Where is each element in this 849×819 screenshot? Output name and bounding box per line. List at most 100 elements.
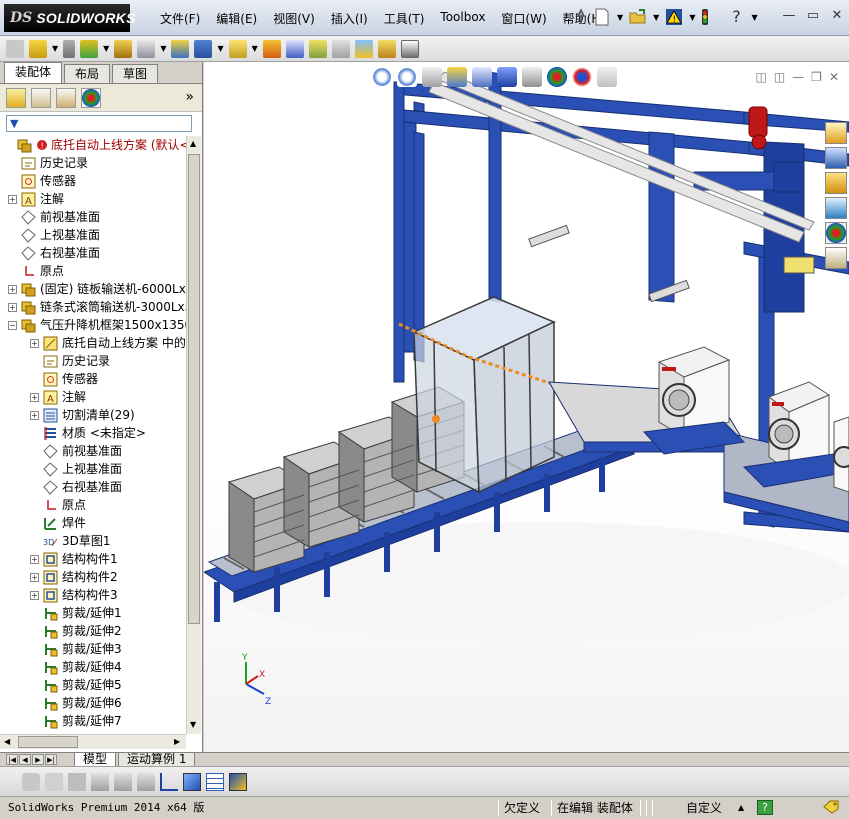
tree-node[interactable]: 材质 <未指定>: [30, 424, 146, 442]
last-tab-icon[interactable]: ▶|: [45, 754, 57, 765]
help-dropdown-icon[interactable]: ▼: [751, 13, 757, 22]
first-tab-icon[interactable]: |◀: [6, 754, 18, 765]
menu-item[interactable]: 编辑(E): [208, 10, 265, 27]
help-status-icon[interactable]: ?: [757, 800, 773, 815]
appearances-scenes-icon[interactable]: [825, 222, 847, 244]
tree-node[interactable]: + 结构构件3: [30, 586, 118, 604]
clearance-verification-icon[interactable]: [377, 39, 396, 58]
tree-node[interactable]: 剪裁/延伸5: [30, 676, 122, 694]
new-part-icon[interactable]: [29, 39, 47, 58]
menu-item[interactable]: 文件(F): [152, 10, 208, 27]
menu-item[interactable]: 视图(V): [265, 10, 323, 27]
trim-extend-tool-icon[interactable]: [68, 772, 86, 791]
explode-line-sketch-icon[interactable]: [331, 39, 350, 58]
tree-node[interactable]: + A 注解: [8, 190, 64, 208]
doc-restore-icon[interactable]: ❐: [811, 70, 822, 84]
expand-icon[interactable]: +: [30, 554, 39, 564]
rebuild-dropdown-icon[interactable]: ▼: [689, 13, 695, 22]
tree-node[interactable]: + 结构构件2: [30, 568, 118, 586]
open-dropdown-icon[interactable]: ▼: [653, 13, 659, 22]
file-explorer-icon[interactable]: [825, 172, 847, 194]
view-settings-icon[interactable]: [597, 67, 617, 87]
tab-model[interactable]: 模型: [74, 753, 117, 767]
propertymanager-icon[interactable]: [31, 87, 51, 108]
expand-icon[interactable]: +: [8, 284, 17, 294]
featuremanager-tree-icon[interactable]: [6, 87, 26, 108]
zoom-to-fit-icon[interactable]: [372, 67, 392, 87]
tree-hscroll-thumb[interactable]: [18, 736, 78, 748]
tree-node[interactable]: − 气压升降机框架1500x1350<: [8, 316, 186, 334]
restore-button[interactable]: ▭: [805, 8, 821, 24]
tree-vertical-scrollbar[interactable]: ▲ ▼: [186, 136, 201, 734]
tree-node[interactable]: 焊件: [30, 514, 86, 532]
collapse-icon[interactable]: −: [8, 320, 17, 330]
new-motion-study-icon[interactable]: [262, 39, 281, 58]
gusset-icon[interactable]: [114, 772, 132, 791]
new-file-dropdown-icon[interactable]: ▼: [617, 13, 623, 22]
apply-scene-icon[interactable]: [572, 67, 592, 87]
menu-item[interactable]: 插入(I): [323, 10, 376, 27]
new-file-icon[interactable]: [593, 8, 611, 26]
expand-icon[interactable]: +: [8, 302, 17, 312]
show-hidden-icon[interactable]: [171, 39, 190, 58]
solidworks-resources-icon[interactable]: [825, 122, 847, 144]
bill-of-materials-icon[interactable]: [285, 39, 304, 58]
exploded-view-icon[interactable]: [308, 39, 327, 58]
bom-view-icon[interactable]: [229, 772, 247, 791]
table-view-icon[interactable]: [206, 772, 224, 791]
next-tab-icon[interactable]: ▶: [32, 754, 44, 765]
tree-node[interactable]: 传感器: [30, 370, 98, 388]
tree-node[interactable]: 右视基准面: [8, 244, 100, 262]
dropdown-icon[interactable]: ▼: [52, 44, 58, 53]
tab-motion-study-1[interactable]: 运动算例 1: [118, 753, 196, 767]
tree-node[interactable]: 前视基准面: [30, 442, 122, 460]
tag-icon[interactable]: [822, 800, 840, 814]
weldments-icon[interactable]: [22, 772, 40, 791]
tree-node[interactable]: 前视基准面: [8, 208, 100, 226]
mate-icon[interactable]: [63, 39, 76, 58]
dropdown-icon[interactable]: ▼: [252, 44, 258, 53]
tab-layout[interactable]: 布局: [64, 64, 111, 83]
tree-node[interactable]: 传感器: [8, 172, 76, 190]
tree-filter-input[interactable]: ▼: [6, 114, 192, 132]
edit-appearance-icon[interactable]: [547, 67, 567, 87]
split-vertical-icon[interactable]: ◫: [774, 70, 785, 84]
split-horizontal-icon[interactable]: ◫: [755, 70, 766, 84]
instant3d-icon[interactable]: [400, 39, 419, 58]
tree-node[interactable]: 剪裁/延伸4: [30, 658, 122, 676]
expand-icon[interactable]: +: [30, 590, 39, 600]
design-library-icon[interactable]: [825, 147, 847, 169]
display-style-icon[interactable]: [497, 67, 517, 87]
tree-node[interactable]: 剪裁/延伸2: [30, 622, 122, 640]
menu-item[interactable]: 窗口(W): [493, 10, 554, 27]
scroll-down-icon[interactable]: ▼: [190, 720, 196, 729]
tab-sketch[interactable]: 草图: [112, 64, 159, 83]
tree-node[interactable]: + (固定) 链板输送机-6000Lx: [8, 280, 186, 298]
insert-component-icon[interactable]: [6, 39, 24, 58]
open-folder-icon[interactable]: [629, 8, 647, 26]
doc-close-icon[interactable]: ✕: [829, 70, 839, 84]
tree-node[interactable]: 原点: [8, 262, 64, 280]
reference-geometry-icon[interactable]: [228, 39, 247, 58]
tree-node[interactable]: 剪裁/延伸3: [30, 640, 122, 658]
end-cap-icon[interactable]: [91, 772, 109, 791]
expand-icon[interactable]: +: [30, 338, 39, 348]
warning-icon[interactable]: !: [665, 8, 683, 26]
traffic-light-icon[interactable]: [701, 8, 709, 26]
expand-icon[interactable]: +: [30, 410, 39, 420]
units-arrow-icon[interactable]: ▲: [734, 799, 748, 817]
configurationmanager-icon[interactable]: [56, 87, 76, 108]
tree-node[interactable]: + 链条式滚筒输送机-3000Lx5: [8, 298, 186, 316]
tree-node[interactable]: + 底托自动上线方案 中的: [30, 334, 186, 352]
tree-node[interactable]: 右视基准面: [30, 478, 122, 496]
tree-scroll-thumb[interactable]: [188, 154, 200, 624]
section-view-icon[interactable]: [447, 67, 467, 87]
tree-node[interactable]: 剪裁/延伸7: [30, 712, 122, 730]
expand-icon[interactable]: +: [30, 572, 39, 582]
close-button[interactable]: ✕: [829, 8, 845, 24]
previous-view-icon[interactable]: [422, 67, 442, 87]
tree-node[interactable]: + 切割清单(29): [30, 406, 135, 424]
tree-node[interactable]: + A 注解: [30, 388, 86, 406]
tree-node[interactable]: ! 底托自动上线方案 (默认<: [4, 136, 186, 154]
dropdown-icon[interactable]: ▼: [160, 44, 166, 53]
